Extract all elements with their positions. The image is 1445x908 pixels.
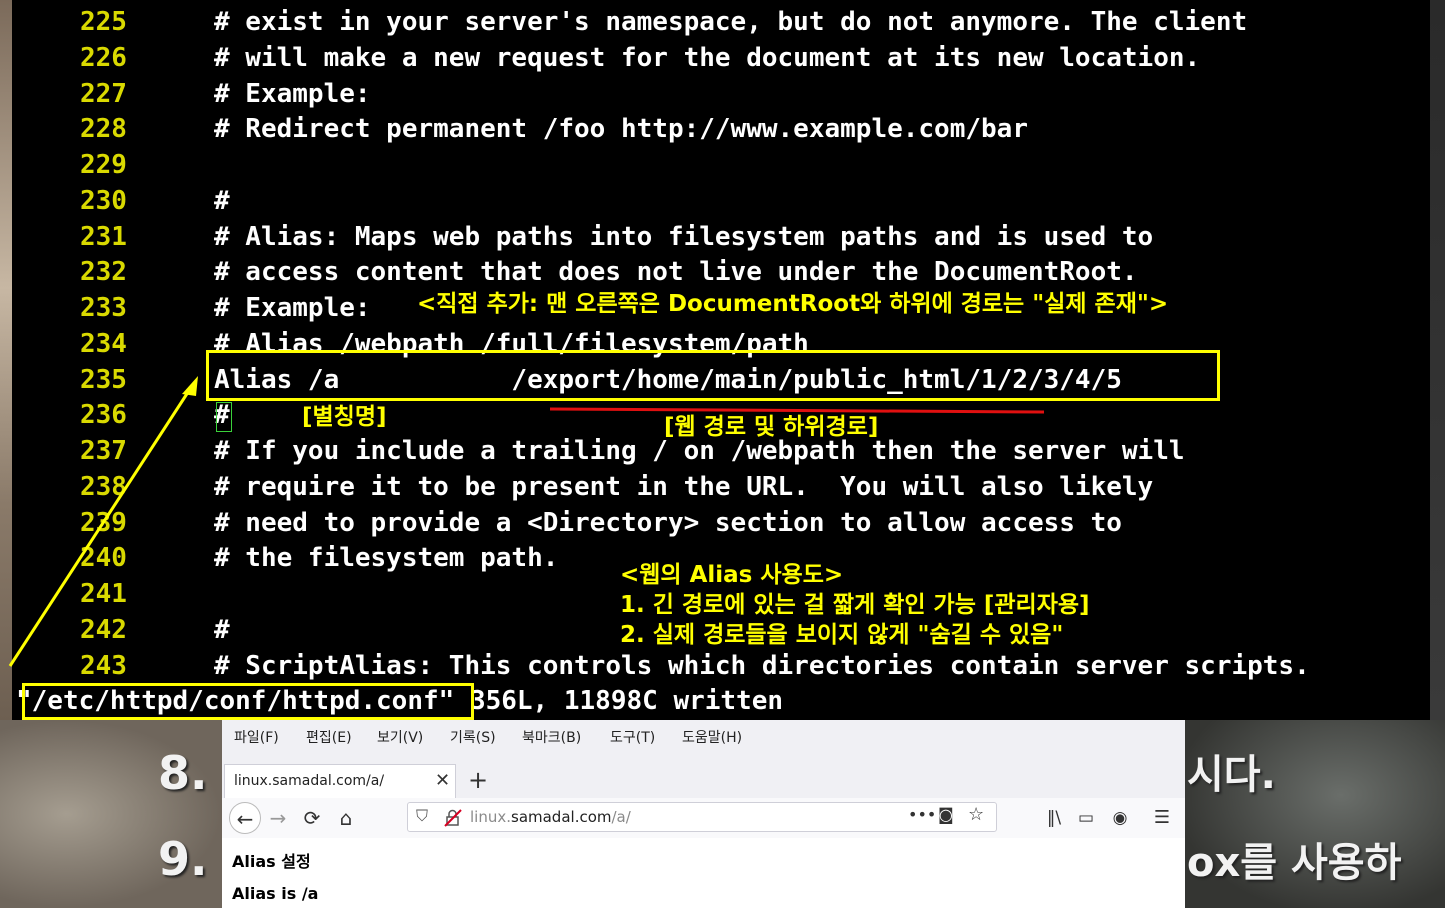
page-content: Alias 설정 Alias is /a — [222, 838, 1185, 908]
close-tab-icon[interactable]: ✕ — [435, 770, 450, 791]
url-bar[interactable]: ⛉ linux.samadal.com/a/ ••• ◙ ☆ — [407, 802, 997, 832]
line-number: 237 — [80, 436, 127, 466]
line-number: 232 — [80, 257, 127, 288]
line-number: 234 — [80, 328, 127, 359]
sidebar-icon[interactable]: ▭ — [1070, 802, 1102, 834]
slide-text-right-2: ox를 사용하 — [1187, 840, 1402, 886]
highlight-box-alias-line — [206, 350, 1220, 401]
library-icon[interactable]: ‖\ — [1038, 802, 1070, 834]
forward-icon[interactable]: → — [262, 802, 294, 834]
url-text: linux.samadal.com/a/ — [470, 808, 631, 826]
menu-item[interactable]: 북마크(B) — [522, 727, 581, 747]
annotation-usage-1: 1. 긴 경로에 있는 걸 짧게 확인 가능 [관리자용] — [620, 592, 1090, 618]
new-tab-icon[interactable]: + — [468, 766, 488, 794]
reload-icon[interactable]: ⟳ — [296, 802, 328, 834]
menu-bar: 파일(F) 편집(E) 보기(V) 기록(S) 북마크(B) 도구(T) 도움말(H) — [222, 720, 1185, 750]
slide-number-8: 8. — [158, 746, 208, 800]
line-number: 229 — [80, 150, 127, 180]
line-number: 239 — [80, 507, 127, 538]
menu-item[interactable]: 편집(E) — [306, 727, 352, 747]
line-number: 236 — [80, 400, 127, 431]
video-background-right — [1430, 0, 1445, 720]
line-number: 233 — [80, 293, 127, 323]
pocket-icon[interactable]: ◙ — [938, 805, 954, 824]
line-number: 226 — [80, 42, 127, 73]
annotation-usage-2: 2. 실제 경로들을 보이지 않게 "숨길 수 있음" — [620, 622, 1064, 648]
line-number: 238 — [80, 471, 127, 502]
annotation-usage-title: <웹의 Alias 사용도> — [620, 562, 844, 588]
url-path: /a/ — [611, 808, 631, 826]
line-number: 240 — [80, 543, 127, 574]
page-actions-icon[interactable]: ••• — [908, 805, 936, 824]
video-background-left — [0, 0, 12, 720]
url-host: samadal.com — [511, 808, 612, 826]
line-number: 228 — [80, 114, 127, 145]
line-text: # require it to be present in the URL. Y… — [214, 471, 1154, 502]
line-number: 227 — [80, 78, 127, 109]
tab-active[interactable]: linux.samadal.com/a/ ✕ — [224, 764, 456, 798]
line-text: # Example: — [214, 293, 371, 323]
tab-title: linux.samadal.com/a/ — [234, 773, 385, 789]
navigation-bar: ← → ⟳ ⌂ ⛉ linux.samadal.com/a/ ••• ◙ ☆ ‖… — [222, 798, 1185, 839]
page-heading: Alias 설정 — [232, 852, 311, 871]
insecure-lock-icon[interactable] — [444, 809, 462, 827]
page-body-text: Alias is /a — [232, 884, 319, 903]
menu-item[interactable]: 도구(T) — [610, 727, 655, 747]
menu-item[interactable]: 기록(S) — [450, 727, 496, 747]
line-text: # will make a new request for the docume… — [214, 42, 1201, 73]
menu-item[interactable]: 보기(V) — [377, 727, 423, 747]
line-text: # — [214, 185, 230, 216]
firefox-browser-window: 파일(F) 편집(E) 보기(V) 기록(S) 북마크(B) 도구(T) 도움말(H) li… — [222, 720, 1185, 908]
tab-bar: linux.samadal.com/a/ ✕ + — [222, 764, 1185, 800]
slide-text-right-1: 시다. — [1187, 752, 1276, 798]
bookmark-star-icon[interactable]: ☆ — [968, 804, 984, 825]
line-number: 241 — [80, 579, 127, 609]
line-text: # Example: — [214, 78, 371, 109]
line-text: # Redirect permanent /foo http://www.exa… — [214, 114, 1028, 145]
slide-number-9: 9. — [158, 832, 208, 886]
home-icon[interactable]: ⌂ — [330, 802, 362, 834]
line-number: 231 — [80, 221, 127, 252]
line-text: # Alias: Maps web paths into filesystem … — [214, 221, 1154, 252]
line-number: 242 — [80, 614, 127, 645]
line-number: 243 — [80, 650, 127, 681]
highlight-box-config-path — [22, 683, 474, 720]
line-text: # exist in your server's namespace, but … — [214, 7, 1248, 37]
annotation-path-label: [웹 경로 및 하위경로] — [664, 414, 879, 440]
text-cursor — [216, 402, 232, 432]
line-text: # access content that does not live unde… — [214, 257, 1138, 288]
line-text: # need to provide a <Directory> section … — [214, 507, 1122, 538]
hamburger-menu-icon[interactable]: ☰ — [1146, 802, 1178, 834]
annotation-document-root-note: <직접 추가: 맨 오른쪽은 DocumentRoot와 하위에 경로는 "실제… — [417, 291, 1169, 317]
line-text: # the filesystem path. — [214, 543, 559, 574]
account-icon[interactable]: ◉ — [1104, 802, 1136, 834]
line-text: # — [214, 614, 230, 645]
line-number: 230 — [80, 185, 127, 216]
annotation-alias-label: [별칭명] — [302, 404, 387, 430]
line-text: # ScriptAlias: This controls which direc… — [214, 650, 1310, 681]
shield-icon[interactable]: ⛉ — [416, 806, 428, 826]
back-icon[interactable]: ← — [229, 802, 261, 834]
url-prefix: linux. — [470, 808, 511, 826]
line-number: 235 — [80, 364, 127, 395]
menu-item[interactable]: 도움말(H) — [682, 727, 742, 747]
menu-item[interactable]: 파일(F) — [234, 727, 279, 747]
line-number: 225 — [80, 7, 127, 37]
